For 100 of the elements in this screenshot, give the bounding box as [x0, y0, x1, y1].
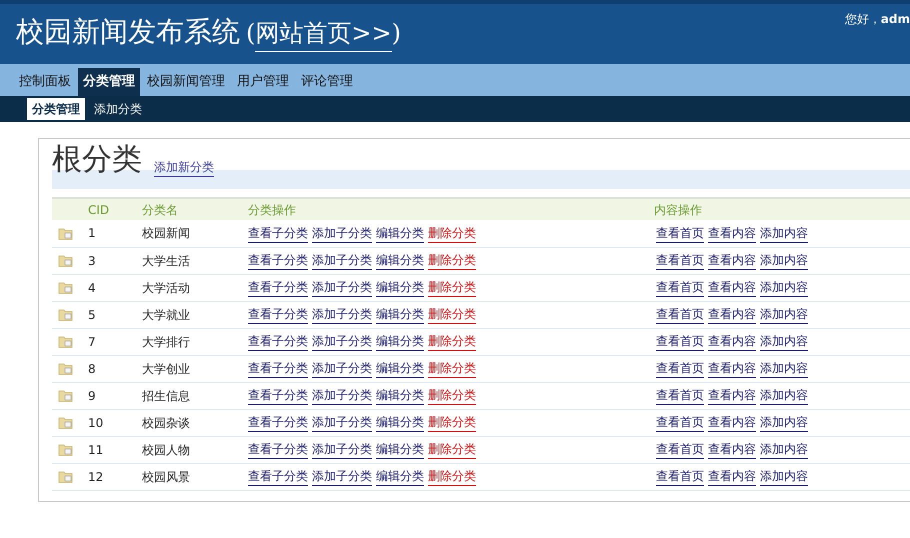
column-header: 分类操作 — [248, 198, 654, 220]
content-action-link[interactable]: 查看内容 — [708, 467, 756, 486]
category-action-link[interactable]: 删除分类 — [428, 332, 476, 351]
cid-cell: 4 — [88, 274, 142, 301]
category-action-link[interactable]: 查看子分类 — [248, 224, 308, 243]
content-action-link[interactable]: 添加内容 — [760, 467, 808, 486]
nav-tab[interactable]: 分类管理 — [78, 68, 140, 96]
content-action-link[interactable]: 查看内容 — [708, 332, 756, 351]
content-action-link[interactable]: 添加内容 — [760, 278, 808, 297]
category-action-link[interactable]: 编辑分类 — [376, 305, 424, 324]
nav-tab[interactable]: 校园新闻管理 — [142, 68, 230, 96]
folder-icon — [58, 281, 74, 294]
category-action-link[interactable]: 查看子分类 — [248, 305, 308, 324]
category-action-link[interactable]: 删除分类 — [428, 305, 476, 324]
subnav-tab[interactable]: 添加分类 — [89, 98, 147, 120]
category-action-link[interactable]: 删除分类 — [428, 278, 476, 297]
name-cell: 校园风景 — [142, 463, 248, 490]
name-cell: 大学生活 — [142, 247, 248, 274]
category-action-link[interactable]: 删除分类 — [428, 413, 476, 432]
content-action-link[interactable]: 添加内容 — [760, 440, 808, 459]
category-action-link[interactable]: 查看子分类 — [248, 413, 308, 432]
content-action-link[interactable]: 查看内容 — [708, 359, 756, 378]
category-action-link[interactable]: 添加子分类 — [312, 278, 372, 297]
category-action-link[interactable]: 编辑分类 — [376, 440, 424, 459]
cid-cell: 1 — [88, 220, 142, 247]
category-action-link[interactable]: 删除分类 — [428, 467, 476, 486]
folder-icon — [58, 416, 74, 429]
content-action-link[interactable]: 查看内容 — [708, 251, 756, 270]
nav-tab[interactable]: 用户管理 — [232, 68, 294, 96]
category-action-link[interactable]: 编辑分类 — [376, 278, 424, 297]
subnav-tab[interactable]: 分类管理 — [27, 98, 85, 120]
content-action-link[interactable]: 查看内容 — [708, 224, 756, 243]
content-action-link[interactable]: 查看首页 — [656, 224, 704, 243]
content-action-link[interactable]: 查看内容 — [708, 413, 756, 432]
category-action-link[interactable]: 添加子分类 — [312, 224, 372, 243]
category-action-link[interactable]: 添加子分类 — [312, 305, 372, 324]
cid-cell: 3 — [88, 247, 142, 274]
name-cell: 招生信息 — [142, 382, 248, 409]
cid-cell: 7 — [88, 328, 142, 355]
content-action-link[interactable]: 添加内容 — [760, 413, 808, 432]
column-header: CID — [88, 198, 142, 220]
greeting-text: 您好， — [844, 11, 881, 28]
category-action-link[interactable]: 编辑分类 — [376, 386, 424, 405]
category-action-link[interactable]: 编辑分类 — [376, 413, 424, 432]
content-action-link[interactable]: 查看首页 — [656, 440, 704, 459]
content-action-link[interactable]: 查看首页 — [656, 251, 704, 270]
content-action-link[interactable]: 查看首页 — [656, 467, 704, 486]
content-action-link[interactable]: 查看内容 — [708, 278, 756, 297]
category-action-link[interactable]: 编辑分类 — [376, 359, 424, 378]
content-action-link[interactable]: 查看内容 — [708, 440, 756, 459]
content-action-link[interactable]: 查看首页 — [656, 359, 704, 378]
content-action-link[interactable]: 添加内容 — [760, 386, 808, 405]
category-action-link[interactable]: 添加子分类 — [312, 251, 372, 270]
content-action-link[interactable]: 查看首页 — [656, 278, 704, 297]
category-action-link[interactable]: 查看子分类 — [248, 440, 308, 459]
content-action-link[interactable]: 添加内容 — [760, 332, 808, 351]
close-parenthesis: ) — [392, 18, 401, 49]
site-title: 校园新闻发布系统 — [16, 14, 240, 50]
category-action-link[interactable]: 添加子分类 — [312, 413, 372, 432]
category-action-link[interactable]: 编辑分类 — [376, 251, 424, 270]
category-action-link[interactable]: 编辑分类 — [376, 224, 424, 243]
category-action-link[interactable]: 添加子分类 — [312, 467, 372, 486]
category-action-link[interactable]: 添加子分类 — [312, 440, 372, 459]
panel-title: 根分类 — [52, 143, 142, 177]
user-name: adm — [880, 11, 910, 28]
nav-tab[interactable]: 评论管理 — [296, 68, 358, 96]
category-action-link[interactable]: 删除分类 — [428, 251, 476, 270]
category-action-link[interactable]: 查看子分类 — [248, 332, 308, 351]
category-action-link[interactable]: 删除分类 — [428, 386, 476, 405]
add-category-link[interactable]: 添加新分类 — [154, 158, 214, 177]
content-action-link[interactable]: 查看内容 — [708, 305, 756, 324]
category-action-link[interactable]: 查看子分类 — [248, 467, 308, 486]
category-action-link[interactable]: 添加子分类 — [312, 386, 372, 405]
category-action-link[interactable]: 查看子分类 — [248, 359, 308, 378]
content-action-link[interactable]: 查看首页 — [656, 386, 704, 405]
home-link[interactable]: 网站首页>> — [255, 15, 392, 52]
content-action-link[interactable]: 添加内容 — [760, 305, 808, 324]
category-action-link[interactable]: 删除分类 — [428, 224, 476, 243]
content-action-link[interactable]: 添加内容 — [760, 359, 808, 378]
content-action-link[interactable]: 查看首页 — [656, 305, 704, 324]
content-action-link[interactable]: 添加内容 — [760, 251, 808, 270]
content-action-link[interactable]: 查看首页 — [656, 413, 704, 432]
name-cell: 校园人物 — [142, 436, 248, 463]
category-action-link[interactable]: 添加子分类 — [312, 332, 372, 351]
nav-tab[interactable]: 控制面板 — [14, 68, 76, 96]
category-action-link[interactable]: 查看子分类 — [248, 251, 308, 270]
cid-cell: 8 — [88, 355, 142, 382]
category-action-link[interactable]: 删除分类 — [428, 359, 476, 378]
name-cell: 大学活动 — [142, 274, 248, 301]
content-action-link[interactable]: 查看首页 — [656, 332, 704, 351]
category-action-link[interactable]: 查看子分类 — [248, 386, 308, 405]
content-action-link[interactable]: 查看内容 — [708, 386, 756, 405]
category-action-link[interactable]: 编辑分类 — [376, 467, 424, 486]
cid-cell: 12 — [88, 463, 142, 490]
category-action-link[interactable]: 查看子分类 — [248, 278, 308, 297]
category-action-link[interactable]: 添加子分类 — [312, 359, 372, 378]
content-action-link[interactable]: 添加内容 — [760, 224, 808, 243]
folder-icon — [58, 308, 74, 321]
category-action-link[interactable]: 编辑分类 — [376, 332, 424, 351]
category-action-link[interactable]: 删除分类 — [428, 440, 476, 459]
